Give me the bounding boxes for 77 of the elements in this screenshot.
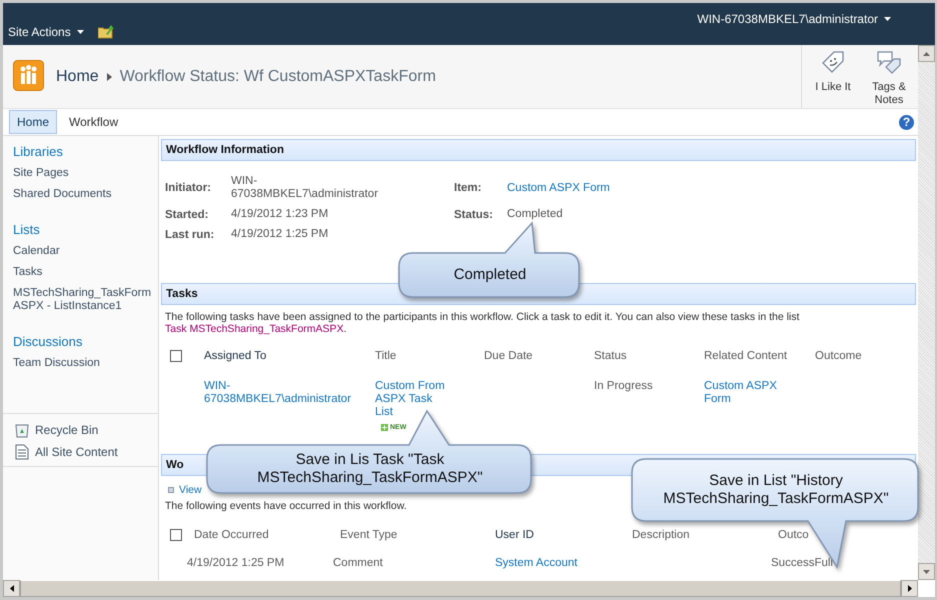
task-title-link[interactable]: Custom From ASPX Task List bbox=[375, 380, 447, 419]
smiley-tag-icon bbox=[820, 49, 846, 75]
sidebar-heading[interactable]: Lists bbox=[13, 222, 154, 237]
field-value: Completed bbox=[507, 208, 564, 221]
select-all-checkbox[interactable] bbox=[170, 350, 182, 362]
sidebar-heading[interactable]: Discussions bbox=[13, 334, 154, 349]
caret-icon bbox=[884, 17, 891, 21]
column-header[interactable]: User ID bbox=[495, 529, 632, 541]
column-header[interactable]: Related Content bbox=[704, 350, 815, 362]
sidebar-item[interactable]: Tasks bbox=[13, 266, 154, 279]
column-header[interactable]: Outcome bbox=[815, 350, 912, 362]
bullet-icon bbox=[168, 487, 174, 493]
scroll-right-button[interactable] bbox=[901, 580, 918, 597]
column-header[interactable]: Status bbox=[594, 350, 704, 362]
field-label: Status: bbox=[454, 208, 494, 220]
horizontal-scrollbar[interactable] bbox=[3, 580, 935, 597]
sidebar-item[interactable]: Site Pages bbox=[13, 167, 154, 180]
scroll-down-button[interactable] bbox=[918, 563, 935, 580]
document-icon bbox=[15, 444, 29, 460]
intro-text: The following events have occurred in this workflow. bbox=[165, 500, 408, 512]
ribbon-button[interactable]: I Like It bbox=[808, 49, 858, 108]
field-label: Last run: bbox=[165, 228, 216, 240]
section-header: Workflow Information bbox=[161, 139, 916, 161]
field-label: Started: bbox=[165, 208, 210, 220]
ribbon-button[interactable]: Tags & Notes bbox=[864, 49, 914, 108]
sidebar-heading[interactable]: Libraries bbox=[13, 144, 154, 159]
breadcrumb-link[interactable]: Home bbox=[56, 68, 99, 86]
sidebar-link[interactable]: Recycle Bin bbox=[35, 423, 98, 437]
site-logo-icon[interactable] bbox=[13, 60, 44, 91]
page-title: Workflow Status: Wf CustomASPXTaskForm bbox=[120, 68, 436, 86]
select-all-checkbox[interactable] bbox=[170, 529, 182, 541]
sidebar-item[interactable]: Team Discussion bbox=[13, 357, 154, 370]
site-actions-menu[interactable]: Site Actions bbox=[8, 25, 71, 39]
field-label: Item: bbox=[454, 182, 482, 194]
nav-tab[interactable]: Home bbox=[9, 110, 58, 134]
scroll-left-button[interactable] bbox=[3, 580, 20, 597]
help-icon[interactable]: ? bbox=[899, 114, 914, 130]
right-arrow-icon bbox=[908, 585, 912, 592]
field-value: 4/19/2012 1:25 PM bbox=[231, 228, 330, 241]
column-header[interactable]: Date Occurred bbox=[194, 529, 340, 541]
column-header[interactable]: Outco bbox=[778, 529, 912, 541]
field-label: Initiator: bbox=[165, 182, 212, 194]
scroll-up-button[interactable] bbox=[918, 45, 935, 62]
table-cell-text: SuccessFull bbox=[771, 557, 834, 570]
column-header[interactable]: Description bbox=[632, 529, 778, 541]
tag-note-icon bbox=[876, 49, 902, 75]
folder-icon[interactable] bbox=[98, 25, 114, 39]
user-menu[interactable]: WIN-67038MBKEL7\administrator bbox=[697, 12, 878, 26]
table-cell-link[interactable]: WIN-67038MBKEL7\administrator bbox=[204, 380, 369, 406]
reports-link[interactable]: View bbox=[179, 484, 202, 496]
table-cell-link[interactable]: System Account bbox=[495, 557, 632, 570]
intro-text: The following tasks have been assigned to the participants in this workflow. Click a task to edit it. You can also view these tasks in the list Task MSTechSharing_TaskFormASPX. bbox=[165, 311, 800, 335]
column-header[interactable]: Title bbox=[375, 350, 484, 362]
caret-icon bbox=[76, 30, 84, 34]
recycle-bin-icon bbox=[15, 422, 29, 438]
table-cell-text: Comment bbox=[333, 557, 384, 570]
field-link[interactable]: Custom ASPX Form bbox=[507, 182, 672, 194]
callout-text: Completed bbox=[454, 266, 526, 284]
sidebar-item[interactable]: Calendar bbox=[13, 245, 154, 258]
column-header[interactable]: Due Date bbox=[484, 350, 594, 362]
field-value: WIN-67038MBKEL7\administrator bbox=[231, 175, 380, 201]
left-arrow-icon bbox=[10, 585, 14, 592]
column-header[interactable]: Assigned To bbox=[204, 350, 375, 362]
list-link[interactable]: Task MSTechSharing_TaskFormASPX bbox=[165, 323, 344, 335]
table-cell-text: In Progress bbox=[594, 380, 654, 393]
scrollbar-corner bbox=[918, 580, 935, 597]
nav-tab[interactable]: Workflow bbox=[61, 110, 126, 134]
breadcrumb-arrow-icon bbox=[106, 72, 112, 80]
column-header[interactable]: Event Type bbox=[340, 529, 495, 541]
sidebar-item[interactable]: MSTechSharing_TaskFormASPX - ListInstance1 bbox=[13, 287, 154, 313]
down-arrow-icon bbox=[923, 570, 930, 574]
sidebar-link[interactable]: All Site Content bbox=[35, 445, 118, 459]
vertical-scrollbar[interactable] bbox=[918, 45, 935, 580]
table-cell-link[interactable]: Custom ASPX Form bbox=[704, 380, 786, 406]
sidebar-item[interactable]: Shared Documents bbox=[13, 188, 154, 201]
up-arrow-icon bbox=[923, 52, 930, 56]
field-value: 4/19/2012 1:23 PM bbox=[231, 208, 330, 221]
